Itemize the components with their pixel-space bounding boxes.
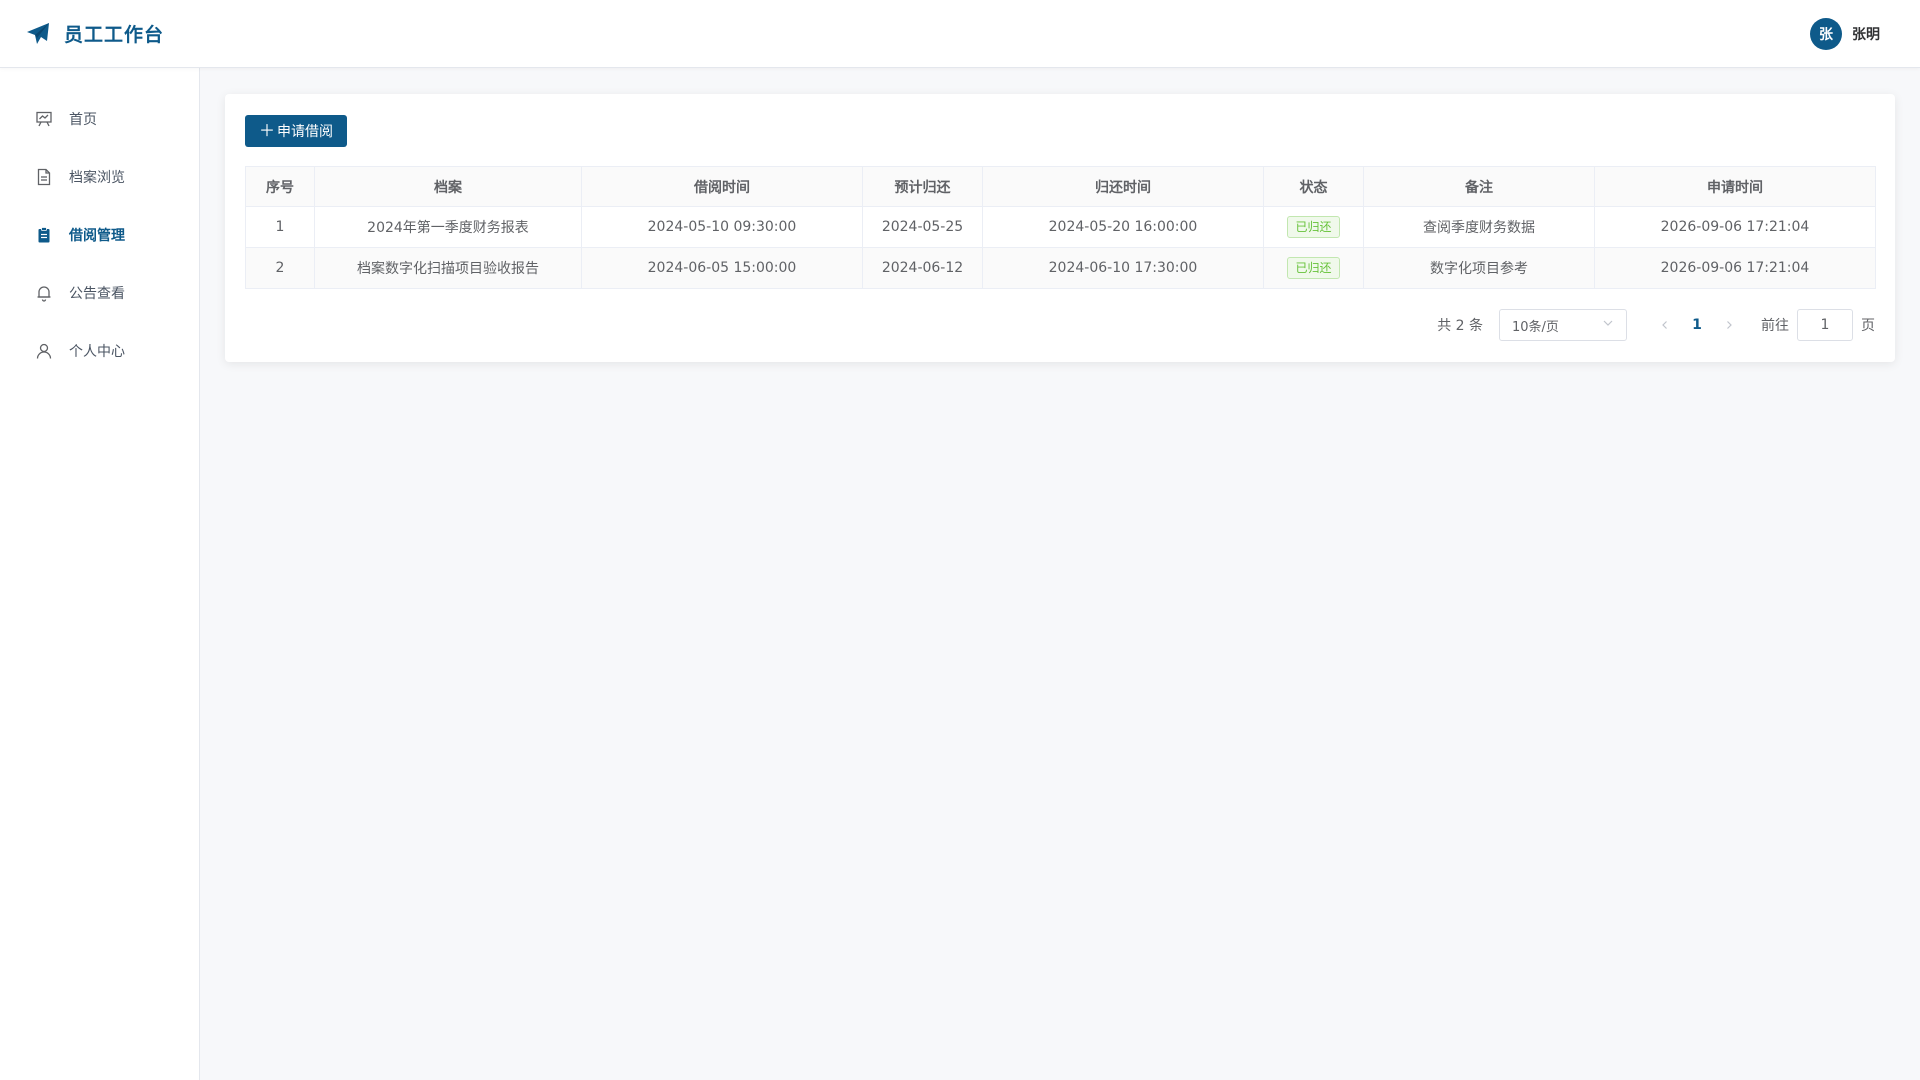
cell-return-time: 2024-06-10 17:30:00	[982, 247, 1264, 289]
cell-apply-time: 2026-09-06 17:21:04	[1594, 247, 1876, 289]
column-header-remark[interactable]: 备注	[1363, 166, 1595, 207]
bell-icon	[35, 284, 53, 302]
page-suffix: 页	[1861, 318, 1875, 334]
document-icon	[35, 168, 53, 186]
top-header: 员工工作台 张 张明	[0, 0, 1920, 68]
table-row[interactable]: 2 档案数字化扫描项目验收报告 2024-06-05 15:00:00 2024…	[245, 247, 1876, 289]
table-row[interactable]: 1 2024年第一季度财务报表 2024-05-10 09:30:00 2024…	[245, 206, 1876, 248]
sidebar-item-label: 公告查看	[69, 286, 125, 302]
sidebar-item-label: 借阅管理	[69, 228, 125, 244]
column-header-index[interactable]: 序号	[245, 166, 315, 207]
goto-page-input[interactable]	[1797, 309, 1853, 341]
column-header-borrow-time[interactable]: 借阅时间	[581, 166, 863, 207]
chevron-down-icon	[1602, 317, 1614, 333]
column-header-apply-time[interactable]: 申请时间	[1594, 166, 1876, 207]
cell-borrow-time: 2024-06-05 15:00:00	[581, 247, 863, 289]
cell-apply-time: 2026-09-06 17:21:04	[1594, 206, 1876, 248]
apply-borrow-button[interactable]: ＋ 申请借阅	[245, 115, 347, 147]
pagination-total: 共 2 条	[1437, 318, 1483, 334]
status-badge: 已归还	[1287, 216, 1340, 238]
page-number-current[interactable]: 1	[1681, 309, 1713, 341]
page-size-value: 10条/页	[1512, 319, 1559, 335]
cell-expected-return: 2024-05-25	[862, 206, 983, 248]
sidebar-item-announcements[interactable]: 公告查看	[0, 264, 199, 322]
cell-index: 1	[245, 206, 315, 248]
borrow-table: 序号 档案 借阅时间 预计归还 归还时间 状态 备注 申请时间 1 2024年第…	[245, 166, 1876, 289]
cell-remark: 数字化项目参考	[1363, 247, 1595, 289]
avatar[interactable]: 张	[1810, 17, 1842, 50]
column-header-status[interactable]: 状态	[1263, 166, 1364, 207]
user-icon	[35, 342, 53, 360]
sidebar-item-label: 个人中心	[69, 344, 125, 360]
cell-remark: 查阅季度财务数据	[1363, 206, 1595, 248]
cell-return-time: 2024-05-20 16:00:00	[982, 206, 1264, 248]
sidebar-item-borrow-management[interactable]: 借阅管理	[0, 206, 199, 264]
app-title: 员工工作台	[64, 24, 165, 46]
sidebar-item-profile[interactable]: 个人中心	[0, 322, 199, 380]
user-menu[interactable]: 张 张明	[1810, 17, 1880, 50]
sidebar-item-label: 档案浏览	[69, 170, 125, 186]
sidebar-item-home[interactable]: 首页	[0, 90, 199, 148]
cell-expected-return: 2024-06-12	[862, 247, 983, 289]
sidebar-item-archive-browse[interactable]: 档案浏览	[0, 148, 199, 206]
cell-borrow-time: 2024-05-10 09:30:00	[581, 206, 863, 248]
next-page-button[interactable]	[1713, 309, 1745, 341]
cell-status: 已归还	[1263, 206, 1364, 248]
clipboard-icon	[35, 226, 53, 244]
user-name[interactable]: 张明	[1852, 24, 1880, 44]
borrow-list-card: ＋ 申请借阅 序号 档案 借阅时间 预计归还 归还时间 状态 备注 申请时间 1…	[225, 94, 1895, 362]
table-header-row: 序号 档案 借阅时间 预计归还 归还时间 状态 备注 申请时间	[245, 166, 1876, 207]
column-header-archive[interactable]: 档案	[314, 166, 582, 207]
goto-label: 前往	[1761, 318, 1789, 334]
page-size-select[interactable]: 10条/页	[1499, 309, 1627, 341]
apply-borrow-label: 申请借阅	[277, 124, 333, 140]
column-header-expected-return[interactable]: 预计归还	[862, 166, 983, 207]
status-badge: 已归还	[1287, 257, 1340, 279]
cell-archive: 2024年第一季度财务报表	[314, 206, 582, 248]
column-header-return-time[interactable]: 归还时间	[982, 166, 1264, 207]
plus-icon: ＋	[258, 121, 275, 140]
cell-status: 已归还	[1263, 247, 1364, 289]
pagination: 共 2 条 10条/页 1 前往 页	[1437, 309, 1875, 341]
cell-archive: 档案数字化扫描项目验收报告	[314, 247, 582, 289]
cell-index: 2	[245, 247, 315, 289]
presentation-icon	[35, 110, 53, 128]
prev-page-button[interactable]	[1649, 309, 1681, 341]
chevron-left-icon	[1662, 321, 1667, 329]
paper-plane-icon	[26, 22, 50, 46]
sidebar: 首页 档案浏览 借阅管理 公告查看 个人中心	[0, 68, 200, 1080]
brand[interactable]: 员工工作台	[26, 20, 164, 47]
sidebar-item-label: 首页	[69, 112, 97, 128]
chevron-right-icon	[1727, 321, 1732, 329]
